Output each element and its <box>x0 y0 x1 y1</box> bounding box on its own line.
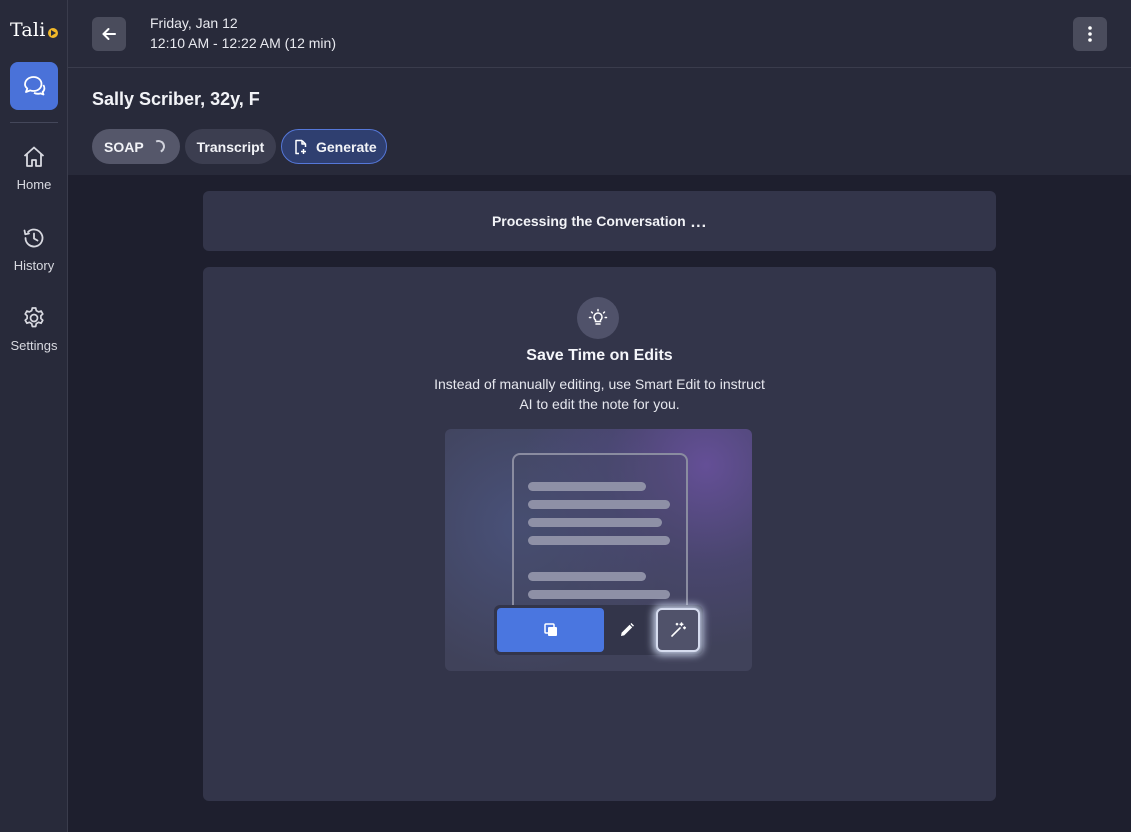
patient-header: Sally Scriber, 32y, F SOAP Transcript Ge… <box>68 68 1131 175</box>
sidebar-item-label: Home <box>16 177 52 192</box>
arrow-left-icon <box>102 28 116 40</box>
back-button[interactable] <box>92 17 126 51</box>
lightbulb-icon <box>588 308 608 325</box>
tip-description: Instead of manually editing, use Smart E… <box>434 376 765 412</box>
tab-transcript[interactable]: Transcript <box>185 129 276 164</box>
sidebar: Tali Home History Settings <box>0 0 68 832</box>
doc-line <box>528 590 670 599</box>
tip-title: Save Time on Edits <box>526 347 673 364</box>
processing-text: Processing the Conversation <box>491 213 686 229</box>
doc-line <box>528 572 646 581</box>
history-icon <box>23 228 44 248</box>
new-conversation-button[interactable] <box>10 62 58 110</box>
patient-name: Sally Scriber, 32y, F <box>92 89 260 109</box>
edit-button-illustration <box>612 615 642 645</box>
session-time-range: 12:10 AM - 12:22 AM (12 min) <box>150 35 336 51</box>
tip-icon-container <box>577 297 619 339</box>
processing-dots: ... <box>690 214 708 231</box>
logo-badge-icon <box>48 28 58 38</box>
processing-status-card: Processing the Conversation ... <box>203 191 996 251</box>
tab-soap[interactable]: SOAP <box>92 129 180 164</box>
doc-line <box>528 500 670 509</box>
sidebar-divider <box>10 122 58 123</box>
chat-bubbles-icon <box>24 76 46 96</box>
sidebar-item-label: Settings <box>10 338 58 353</box>
gear-icon <box>24 307 44 328</box>
sidebar-item-label: History <box>13 258 55 273</box>
loading-spinner-icon <box>149 138 167 155</box>
sidebar-item-settings[interactable]: Settings <box>0 305 68 353</box>
pencil-icon <box>621 623 634 636</box>
magic-wand-icon <box>671 622 687 637</box>
copy-button-illustration <box>497 608 604 652</box>
doc-line <box>528 536 670 545</box>
illustration-toolbar <box>494 605 703 655</box>
copy-icon <box>543 623 557 636</box>
tab-label: Transcript <box>196 138 265 155</box>
tab-label: Generate <box>316 138 377 155</box>
session-date: Friday, Jan 12 <box>150 15 238 31</box>
smart-edit-illustration <box>445 429 752 671</box>
kebab-menu-icon <box>1088 26 1092 42</box>
doc-line <box>528 482 646 491</box>
tab-label: SOAP <box>104 138 144 155</box>
document-plus-icon <box>295 139 307 154</box>
more-options-button[interactable] <box>1073 17 1107 51</box>
doc-line <box>528 518 662 527</box>
sidebar-item-home[interactable]: Home <box>0 144 68 192</box>
home-icon <box>23 146 45 167</box>
smart-edit-button-illustration <box>656 608 700 652</box>
smart-edit-tip-card: Save Time on Edits Instead of manually e… <box>203 267 996 801</box>
top-bar: Friday, Jan 12 12:10 AM - 12:22 AM (12 m… <box>68 0 1131 68</box>
app-logo: Tali <box>10 19 46 41</box>
generate-button[interactable]: Generate <box>281 129 387 164</box>
sidebar-item-history[interactable]: History <box>0 225 68 273</box>
